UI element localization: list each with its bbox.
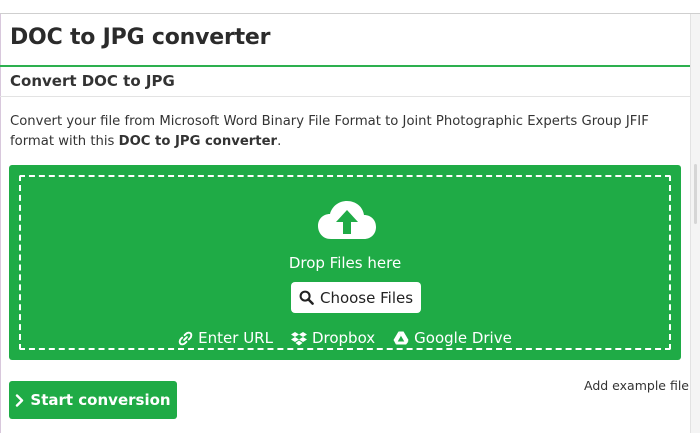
link-icon	[178, 331, 193, 345]
window-left-edge	[0, 14, 1, 433]
scrollbar-thumb[interactable]	[694, 164, 697, 224]
google-drive-label: Google Drive	[414, 329, 512, 347]
page-title: DOC to JPG converter	[10, 25, 271, 50]
drop-files-label: Drop Files here	[288, 254, 402, 272]
start-conversion-button[interactable]: Start conversion	[9, 381, 177, 419]
title-divider	[0, 65, 690, 67]
add-example-file-link[interactable]: Add example file	[584, 378, 689, 393]
upload-sources: Enter URL Dropbox Google Drive	[21, 329, 669, 347]
description: Convert your file from Microsoft Word Bi…	[10, 112, 680, 152]
enter-url-link[interactable]: Enter URL	[178, 329, 273, 347]
drop-zone[interactable]: Drop Files here Choose Files Enter URL D…	[19, 175, 671, 350]
dropbox-icon	[290, 331, 307, 345]
search-icon	[299, 290, 314, 305]
section-title: Convert DOC to JPG	[10, 72, 175, 90]
upload-panel[interactable]: Drop Files here Choose Files Enter URL D…	[9, 165, 681, 360]
cloud-upload-icon	[318, 201, 376, 239]
start-conversion-label: Start conversion	[30, 391, 171, 409]
dropbox-link[interactable]: Dropbox	[290, 329, 376, 347]
choose-files-label: Choose Files	[319, 288, 414, 307]
enter-url-label: Enter URL	[198, 329, 273, 347]
description-end: .	[277, 134, 282, 149]
dropbox-label: Dropbox	[311, 329, 376, 347]
description-text: Convert your file from Microsoft Word Bi…	[10, 114, 649, 149]
google-drive-link[interactable]: Google Drive	[393, 329, 512, 347]
window-top-edge	[0, 0, 700, 14]
chevron-right-icon	[16, 393, 24, 407]
google-drive-icon	[393, 331, 409, 345]
scrollbar[interactable]	[690, 14, 700, 433]
choose-files-button[interactable]: Choose Files	[291, 282, 421, 313]
description-bold: DOC to JPG converter	[118, 134, 278, 149]
section-divider	[0, 96, 690, 97]
